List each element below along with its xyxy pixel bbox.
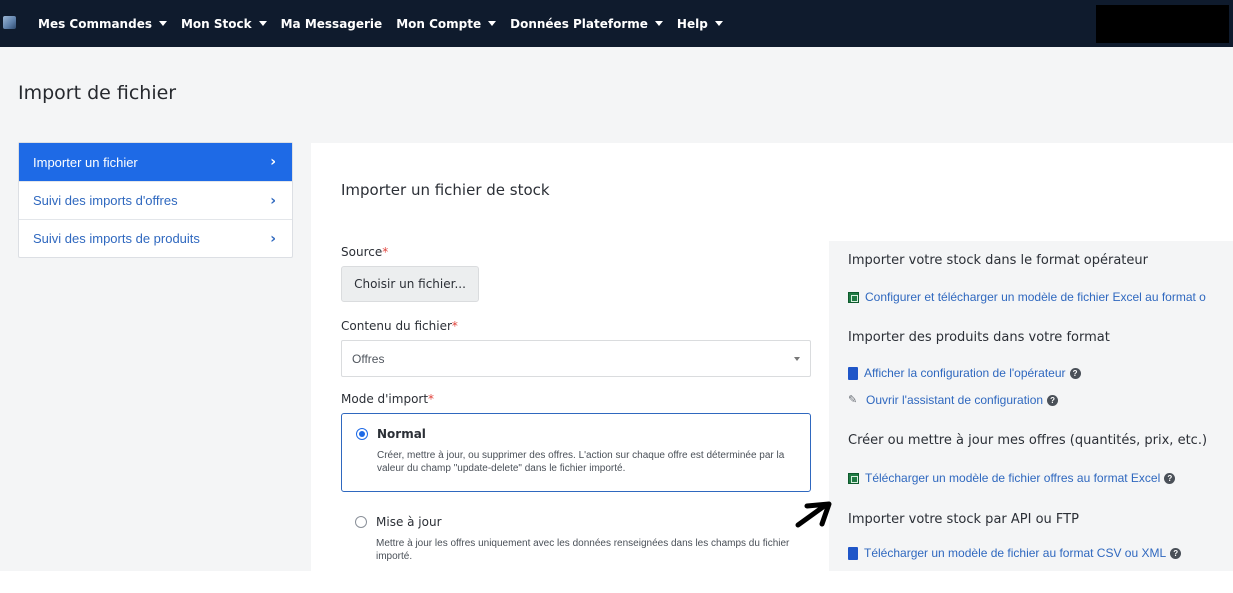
required-mark: * [428,392,435,406]
nav-label: Mon Stock [180,16,252,31]
sidebar-item-label: Importer un fichier [33,154,138,170]
main-nav: Mes Commandes Mon Stock Ma Messagerie Mo… [38,0,737,47]
help-circle-icon[interactable]: ? [1047,394,1059,406]
caret-down-icon [158,21,167,26]
nav-label: Mon Compte [396,16,482,31]
help-column-content: Importer votre stock dans le format opér… [829,241,1233,593]
nav-mon-compte[interactable]: Mon Compte [396,16,497,31]
mode-label: Mode d'import* [341,392,434,406]
link-configure-excel-template[interactable]: Configurer et télécharger un modèle de f… [848,290,1206,304]
content-select-value: Offres [352,351,385,366]
link-label: Ouvrir l'assistant de configuration [866,393,1044,407]
link-label: Afficher la configuration de l'opérateur [864,366,1066,380]
help-heading: Importer votre stock par API ou FTP [848,512,1079,527]
page-header [0,47,1233,143]
top-navbar: Mes Commandes Mon Stock Ma Messagerie Mo… [0,0,1233,47]
help-heading: Importer des produits dans votre format [848,330,1110,345]
link-label: Télécharger un modèle de fichier offres … [865,471,1161,485]
bottom-margin [0,571,1233,593]
book-icon [848,366,858,380]
chevron-right-icon: › [270,192,276,209]
mode-label-text: Mode d'import [341,392,429,406]
caret-down-icon [714,21,723,26]
content-label-text: Contenu du fichier [341,319,452,333]
redacted-user-area[interactable] [1096,5,1229,43]
choose-file-button[interactable]: Choisir un fichier... [341,266,479,302]
radio-row: Mise à jour [355,515,797,529]
chevron-right-icon: › [270,230,276,247]
chevron-right-icon: › [270,154,276,170]
help-circle-icon[interactable]: ? [1170,547,1182,559]
nav-label: Mes Commandes [38,16,152,31]
mode-option-description: Créer, mettre à jour, ou supprimer des o… [377,450,785,474]
wand-icon: ✎ [848,394,858,406]
nav-label: Ma Messagerie [280,16,383,31]
caret-down-icon [654,21,663,26]
radio-row: Normal [356,427,796,441]
book-icon [848,546,858,560]
caret-down-icon [488,21,497,26]
link-label: Télécharger un modèle de fichier au form… [864,546,1167,560]
radio-button[interactable] [355,516,367,528]
link-download-offers-excel[interactable]: Télécharger un modèle de fichier offres … [848,471,1176,485]
link-download-csv-xml[interactable]: Télécharger un modèle de fichier au form… [848,546,1182,560]
annotation-arrow-icon [795,501,832,528]
help-circle-icon[interactable]: ? [1069,367,1081,379]
mode-option-label: Normal [377,427,426,441]
link-open-config-assistant[interactable]: ✎ Ouvrir l'assistant de configuration ? [848,393,1059,407]
source-label-text: Source [341,245,383,259]
nav-mes-commandes[interactable]: Mes Commandes [38,17,167,31]
help-heading: Créer ou mettre à jour mes offres (quant… [848,433,1208,448]
caret-down-icon [258,21,267,26]
excel-icon [848,472,859,484]
logo-icon[interactable] [3,16,16,29]
link-show-operator-config[interactable]: Afficher la configuration de l'opérateur… [848,366,1081,380]
source-label: Source* [341,245,388,259]
form-title: Importer un fichier de stock [341,181,550,199]
content-select[interactable]: Offres [341,340,811,377]
sidebar-item-suivi-imports-produits[interactable]: Suivi des imports de produits › [19,219,292,257]
caret-down-icon [794,357,800,361]
nav-help[interactable]: Help [677,17,723,31]
radio-button-checked[interactable] [356,428,368,440]
nav-ma-messagerie[interactable]: Ma Messagerie [281,17,383,31]
sidebar-item-importer-un-fichier[interactable]: Importer un fichier › [19,143,292,181]
mode-option-normal[interactable]: Normal Créer, mettre à jour, ou supprime… [341,413,811,492]
sidebar-item-label: Suivi des imports de produits [33,231,200,246]
page-title: Import de fichier [18,82,177,104]
mode-option-mise-a-jour[interactable]: Mise à jour Mettre à jour les offres uni… [341,502,811,572]
help-heading: Importer votre stock dans le format opér… [848,253,1148,268]
nav-mon-stock[interactable]: Mon Stock [181,17,267,31]
nav-label: Help [676,16,708,31]
nav-label: Données Plateforme [510,16,648,31]
excel-icon [848,291,859,303]
help-circle-icon[interactable]: ? [1164,472,1176,484]
sidebar-item-label: Suivi des imports d'offres [33,193,178,208]
sidebar-item-suivi-imports-offres[interactable]: Suivi des imports d'offres › [19,181,292,219]
link-label: Configurer et télécharger un modèle de f… [865,290,1206,304]
nav-donnees-plateforme[interactable]: Données Plateforme [510,17,663,31]
content-label: Contenu du fichier* [341,319,458,333]
required-mark: * [382,245,389,259]
sidebar-menu: Importer un fichier › Suivi des imports … [18,142,293,258]
required-mark: * [451,319,458,333]
mode-option-description: Mettre à jour les offres uniquement avec… [376,538,790,562]
mode-option-label: Mise à jour [376,515,442,529]
